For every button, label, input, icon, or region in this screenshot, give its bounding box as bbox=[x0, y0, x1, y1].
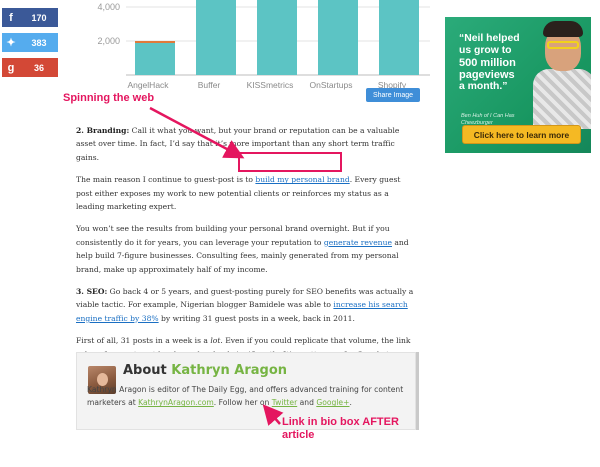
share-image-label: Share Image bbox=[372, 91, 414, 99]
author-twitter-link[interactable]: Twitter bbox=[272, 398, 297, 407]
paragraph-text: The main reason I continue to guest-post… bbox=[76, 175, 256, 185]
learn-more-button[interactable]: Click here to learn more bbox=[462, 125, 581, 144]
chart-bar bbox=[257, 0, 297, 75]
share-image-button[interactable]: Share Image bbox=[366, 88, 420, 102]
testimonial-ad-banner[interactable]: “Neil helped us grow to 500 million page… bbox=[445, 17, 591, 153]
google-plus-share-count: 36 bbox=[33, 62, 44, 73]
paragraph-heading: 2. Branding: bbox=[76, 126, 130, 135]
emphasis-text: lot bbox=[210, 336, 221, 346]
highlight-box bbox=[238, 152, 342, 172]
y-tick-label: 2,000 bbox=[97, 36, 120, 46]
twitter-share-button[interactable]: ✦ 383 bbox=[2, 33, 58, 52]
paragraph-personal-brand: The main reason I continue to guest-post… bbox=[76, 173, 418, 213]
twitter-icon: ✦ bbox=[6, 37, 16, 49]
x-tick-label: OnStartups bbox=[309, 80, 353, 90]
chart-bar bbox=[196, 0, 236, 75]
chart-bar bbox=[379, 0, 419, 75]
traffic-bar-chart: 4,000 2,000 AngelHack Buffer KISSmetrics… bbox=[70, 0, 430, 100]
bio-heading: About Kathryn Aragon bbox=[123, 363, 288, 378]
y-tick-label: 4,000 bbox=[97, 2, 120, 12]
facebook-icon: f bbox=[9, 11, 13, 24]
ad-headline: “Neil helped us grow to 500 million page… bbox=[459, 33, 520, 92]
google-plus-icon: g bbox=[7, 61, 15, 74]
bio-text: Kathryn Aragon is editor of The Daily Eg… bbox=[87, 385, 404, 408]
google-plus-share-button[interactable]: g 36 bbox=[2, 58, 58, 77]
author-site-link[interactable]: KathrynAragon.com bbox=[138, 398, 214, 407]
learn-more-label: Click here to learn more bbox=[473, 129, 570, 140]
twitter-share-count: 383 bbox=[31, 37, 47, 48]
annotation-bio-link: Link in bio box AFTER article bbox=[282, 416, 399, 441]
x-tick-label: Buffer bbox=[197, 80, 221, 90]
paragraph-text: by writing 31 guest posts in a week, bac… bbox=[158, 313, 355, 323]
chart-bar bbox=[135, 41, 175, 75]
ad-person-photo bbox=[533, 17, 591, 129]
chart-bar-cap bbox=[135, 41, 175, 43]
author-name: Kathryn Aragon bbox=[171, 363, 288, 378]
personal-brand-link[interactable]: build my personal brand bbox=[255, 175, 349, 184]
paragraph-reputation: You won’t see the results from building … bbox=[76, 222, 418, 276]
chart-bar bbox=[318, 0, 358, 75]
facebook-share-button[interactable]: f 170 bbox=[2, 8, 58, 27]
x-tick-label: AngelHack bbox=[127, 80, 169, 90]
paragraph-heading: 3. SEO: bbox=[76, 287, 108, 297]
x-tick-label: KISSmetrics bbox=[246, 80, 294, 90]
author-google-plus-link[interactable]: Google+ bbox=[316, 398, 349, 407]
facebook-share-count: 170 bbox=[31, 12, 47, 23]
generate-revenue-link[interactable]: generate revenue bbox=[324, 238, 392, 247]
paragraph-text: First of all, 31 posts in a week is a bbox=[76, 336, 211, 346]
paragraph-seo: 3. SEO: Go back 4 or 5 years, and guest-… bbox=[76, 285, 418, 325]
annotation-spinning-web: Spinning the web bbox=[63, 92, 155, 104]
